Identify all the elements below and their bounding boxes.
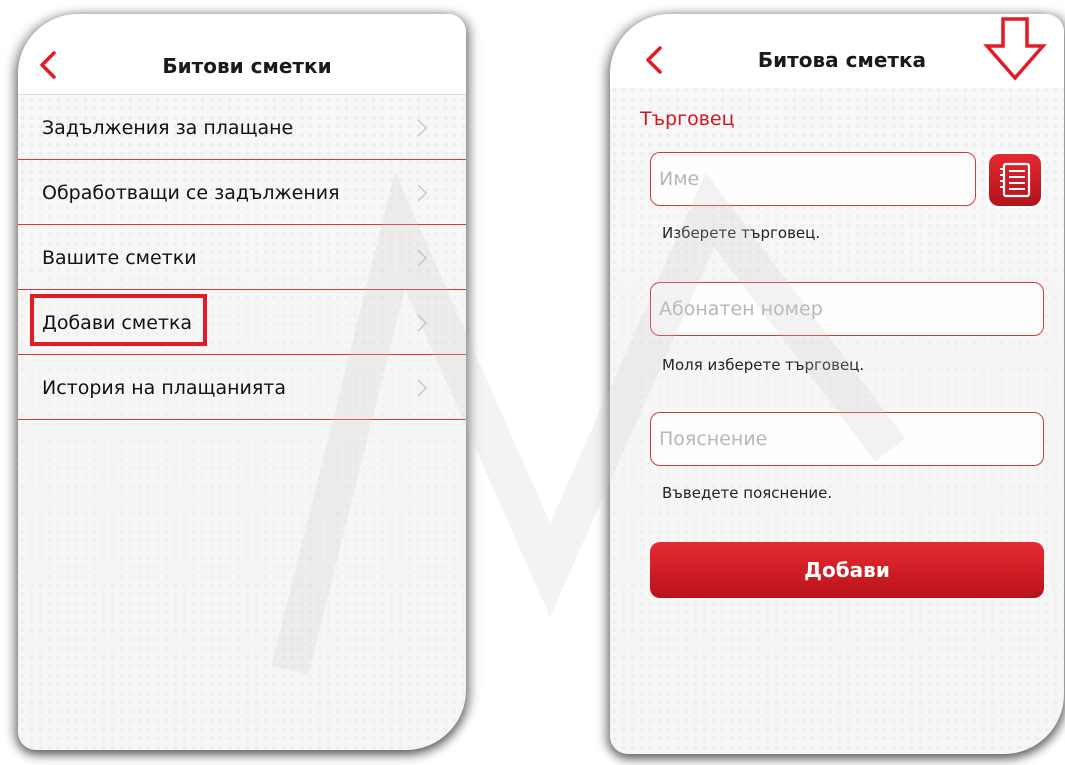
chevron-right-icon (417, 184, 428, 202)
subscriber-number-field[interactable] (650, 282, 1044, 336)
menu-item-label: Обработващи се задължения (42, 182, 340, 204)
chevron-right-icon (417, 119, 428, 137)
chevron-right-icon (417, 379, 428, 397)
chevron-right-icon (417, 314, 428, 332)
menu-item-processing-obligations[interactable]: Обработващи се задължения (18, 160, 466, 225)
add-button[interactable]: Добави (650, 542, 1044, 598)
bills-menu-list: Задължения за плащане Обработващи се зад… (18, 95, 466, 420)
merchant-hint: Изберете търговец. (662, 224, 821, 242)
chevron-right-icon (417, 249, 428, 267)
note-hint: Въведете пояснение. (662, 484, 833, 502)
screen-header: Битови сметки (18, 14, 466, 95)
menu-item-payment-obligations[interactable]: Задължения за плащане (18, 95, 466, 160)
merchant-section-title: Търговец (640, 108, 735, 130)
add-bill-screen: Битова сметка Търговец Име Изберете търг… (610, 14, 1064, 754)
menu-item-your-bills[interactable]: Вашите сметки (18, 225, 466, 290)
subscriber-hint: Моля изберете търговец. (662, 356, 865, 374)
menu-item-label: История на плащанията (42, 377, 286, 399)
menu-item-label: Добави сметка (42, 312, 193, 334)
screen-header: Битова сметка (610, 14, 1064, 88)
menu-item-label: Вашите сметки (42, 247, 197, 269)
bills-menu-screen: Битови сметки Задължения за плащане Обра… (18, 14, 466, 750)
menu-item-payment-history[interactable]: История на плащанията (18, 355, 466, 420)
merchant-catalog-button[interactable] (986, 152, 1044, 208)
page-title: Битова сметка (757, 48, 927, 72)
merchant-name-field[interactable] (650, 152, 976, 206)
menu-item-label: Задължения за плащане (42, 117, 294, 139)
list-icon (1000, 162, 1031, 198)
page-title: Битови сметки (162, 54, 332, 78)
page: Битови сметки Задължения за плащане Обра… (0, 0, 1065, 765)
note-field[interactable] (650, 412, 1044, 466)
menu-item-add-bill[interactable]: Добави сметка (18, 290, 466, 355)
